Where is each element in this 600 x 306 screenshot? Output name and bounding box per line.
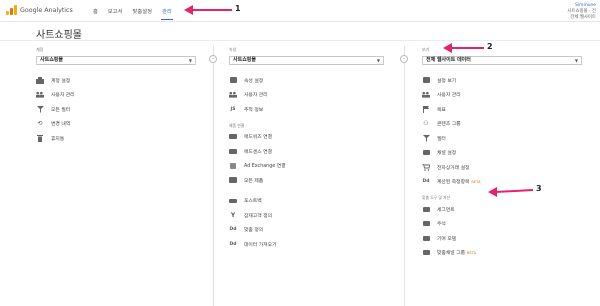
annotation-number: 1 bbox=[235, 4, 241, 13]
arrow-icon bbox=[184, 5, 232, 15]
annotation-number: 3 bbox=[536, 184, 542, 193]
annotation-overlay bbox=[184, 5, 534, 197]
annotation-number: 2 bbox=[487, 42, 493, 51]
arrow-icon bbox=[443, 43, 484, 53]
arrow-icon bbox=[488, 187, 534, 197]
